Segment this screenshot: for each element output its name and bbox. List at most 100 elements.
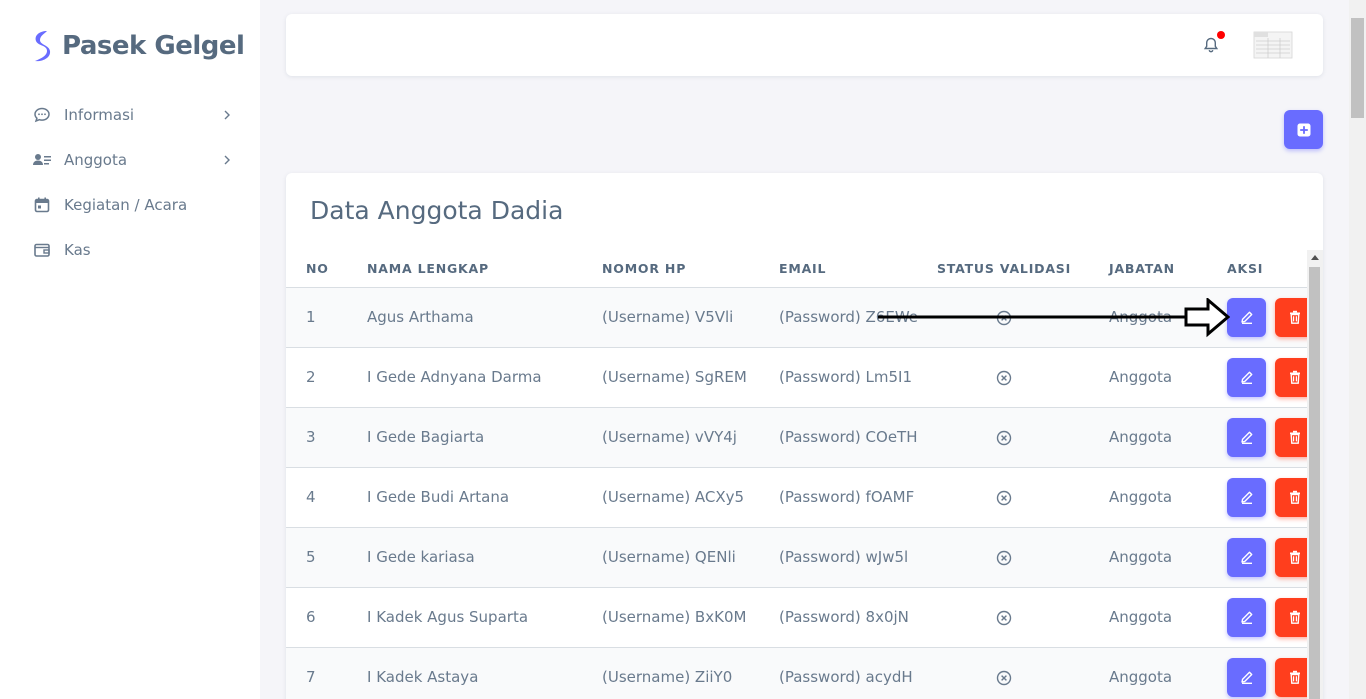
- x-circle-icon: [996, 428, 1012, 446]
- cell-status: [919, 347, 1089, 408]
- cell-nama: I Gede Budi Artana: [347, 467, 582, 528]
- cell-no: 5: [286, 527, 347, 588]
- page-scrollbar[interactable]: [1349, 0, 1366, 699]
- cell-nama: I Kadek Agus Suparta: [347, 587, 582, 648]
- top-navbar: [286, 14, 1323, 76]
- column-header-hp: NOMOR HP: [582, 250, 759, 288]
- chevron-right-icon: [224, 110, 230, 119]
- x-circle-icon: [996, 308, 1012, 326]
- trash-icon: [1287, 369, 1303, 385]
- cell-email: (Password) Z6EWe: [759, 287, 919, 348]
- cell-jabatan: Anggota: [1089, 587, 1206, 648]
- delete-button[interactable]: [1275, 657, 1307, 697]
- pencil-icon: [1239, 489, 1255, 505]
- cell-hp: (Username) ACXy5: [582, 467, 759, 528]
- cell-aksi: [1206, 467, 1307, 528]
- table-container[interactable]: NO NAMA LENGKAP NOMOR HP EMAIL STATUS VA…: [286, 250, 1307, 699]
- cell-jabatan: Anggota: [1089, 467, 1206, 528]
- cell-no: 4: [286, 467, 347, 528]
- sidebar-item-label: Kegiatan / Acara: [64, 195, 188, 214]
- avatar[interactable]: [1252, 28, 1294, 62]
- members-card: Data Anggota Dadia NO NAMA LENGKAP NOMOR…: [286, 173, 1323, 699]
- plus-square-icon: [1297, 123, 1310, 136]
- table-row: 1 Agus Arthama (Username) V5Vli (Password) …: [286, 287, 1307, 348]
- add-member-button[interactable]: [1284, 110, 1323, 149]
- table-scrollbar[interactable]: [1307, 250, 1323, 699]
- cell-email: (Password) wJw5l: [759, 527, 919, 588]
- edit-button[interactable]: [1227, 477, 1266, 517]
- delete-button[interactable]: [1275, 357, 1307, 397]
- trash-icon: [1287, 609, 1303, 625]
- table-header-row: NO NAMA LENGKAP NOMOR HP EMAIL STATUS VA…: [286, 250, 1307, 288]
- wallet-icon: [32, 240, 52, 260]
- sidebar-item-informasi[interactable]: Informasi: [0, 92, 260, 137]
- column-header-aksi: AKSI: [1206, 250, 1307, 288]
- action-buttons: [1227, 657, 1307, 697]
- pencil-icon: [1239, 369, 1255, 385]
- cell-hp: (Username) QENli: [582, 527, 759, 588]
- trash-icon: [1287, 429, 1303, 445]
- delete-button[interactable]: [1275, 297, 1307, 337]
- cell-email: (Password) COeTH: [759, 407, 919, 468]
- chat-bubble-icon: [32, 105, 52, 125]
- calendar-icon: [32, 195, 52, 215]
- sidebar-item-anggota[interactable]: Anggota: [0, 137, 260, 182]
- table-body: 1 Agus Arthama (Username) V5Vli (Password) …: [286, 287, 1307, 699]
- edit-button[interactable]: [1227, 297, 1266, 337]
- cell-jabatan: Anggota: [1089, 527, 1206, 588]
- cell-hp: (Username) vVY4j: [582, 407, 759, 468]
- delete-button[interactable]: [1275, 477, 1307, 517]
- x-circle-icon: [996, 488, 1012, 506]
- cell-nama: I Gede Adnyana Darma: [347, 347, 582, 408]
- edit-button[interactable]: [1227, 597, 1266, 637]
- cell-jabatan: Anggota: [1089, 287, 1206, 348]
- table-row: 6I Kadek Agus Suparta (Username) BxK0M (Pa…: [286, 587, 1307, 648]
- x-circle-icon: [996, 668, 1012, 686]
- cell-aksi: [1206, 407, 1307, 468]
- x-circle-icon: [996, 368, 1012, 386]
- edit-button[interactable]: [1227, 537, 1266, 577]
- scrollbar-thumb[interactable]: [1309, 267, 1320, 699]
- cell-email: (Password) Lm5I1: [759, 347, 919, 408]
- cell-jabatan: Anggota: [1089, 407, 1206, 468]
- sidebar-item-kas[interactable]: Kas: [0, 227, 260, 272]
- cell-nama: I Kadek Astaya: [347, 647, 582, 699]
- cell-no: 2: [286, 347, 347, 408]
- sidebar-item-label: Kas: [64, 240, 91, 259]
- edit-button[interactable]: [1227, 657, 1266, 697]
- trash-icon: [1287, 309, 1303, 325]
- brand[interactable]: Pasek Gelgel: [0, 0, 260, 92]
- pencil-icon: [1239, 429, 1255, 445]
- trash-icon: [1287, 549, 1303, 565]
- sidebar-item-kegiatan[interactable]: Kegiatan / Acara: [0, 182, 260, 227]
- cell-hp: (Username) V5Vli: [582, 287, 759, 348]
- delete-button[interactable]: [1275, 597, 1307, 637]
- cell-email: (Password) acydH: [759, 647, 919, 699]
- delete-button[interactable]: [1275, 417, 1307, 457]
- trash-icon: [1287, 669, 1303, 685]
- brand-name: Pasek Gelgel: [62, 31, 245, 61]
- bell-icon[interactable]: [1202, 36, 1220, 54]
- chevron-right-icon: [224, 155, 230, 164]
- cell-nama: I Gede kariasa: [347, 527, 582, 588]
- edit-button[interactable]: [1227, 417, 1266, 457]
- cell-jabatan: Anggota: [1089, 647, 1206, 699]
- column-header-no: NO: [286, 250, 347, 288]
- x-circle-icon: [996, 608, 1012, 626]
- pencil-icon: [1239, 309, 1255, 325]
- table-row: 2I Gede Adnyana Darma (Username) SgREM (Pa…: [286, 347, 1307, 408]
- column-header-status: STATUS VALIDASI: [919, 250, 1089, 288]
- cell-status: [919, 647, 1089, 699]
- scroll-up-arrow-icon[interactable]: [1311, 255, 1319, 260]
- action-buttons: [1227, 477, 1307, 517]
- sidebar-menu: Informasi Anggota Kegiatan / Acara Kas: [0, 92, 260, 272]
- sidebar-item-label: Anggota: [64, 150, 128, 169]
- edit-button[interactable]: [1227, 357, 1266, 397]
- sidebar: Pasek Gelgel Informasi Anggota Kegiatan …: [0, 0, 260, 699]
- table-row: 3I Gede Bagiarta (Username) vVY4j (Passwor…: [286, 407, 1307, 468]
- pencil-icon: [1239, 609, 1255, 625]
- cell-aksi: [1206, 527, 1307, 588]
- trash-icon: [1287, 489, 1303, 505]
- scrollbar-thumb[interactable]: [1351, 18, 1364, 118]
- delete-button[interactable]: [1275, 537, 1307, 577]
